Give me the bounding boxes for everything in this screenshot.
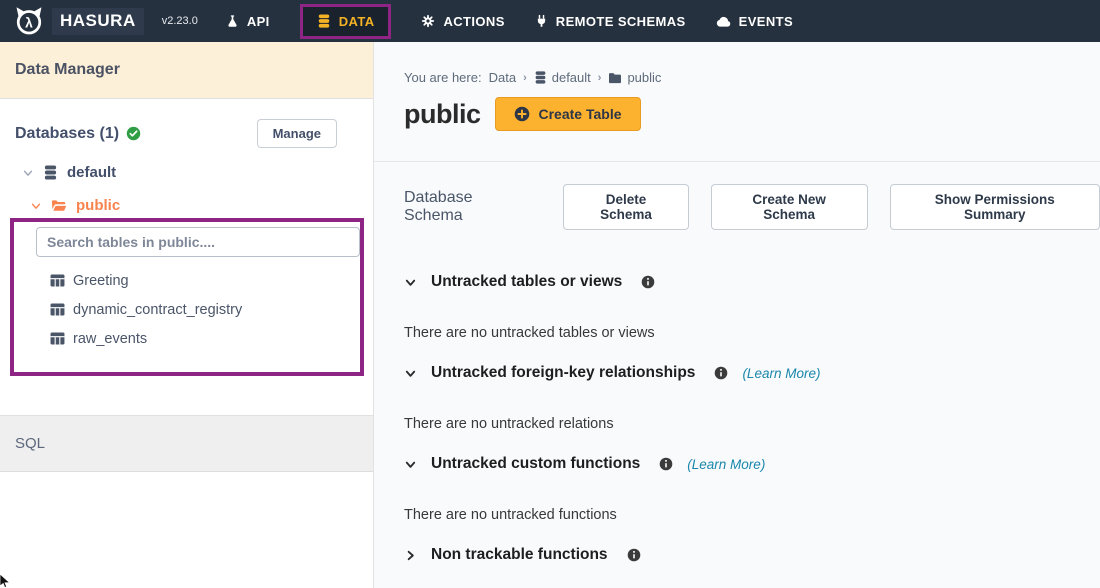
nav-tab-actions[interactable]: ACTIONS [421, 14, 504, 29]
create-table-button[interactable]: Create Table [495, 97, 641, 131]
nav-tab-actions-label: ACTIONS [443, 14, 504, 29]
nav-tab-data-label: DATA [339, 14, 375, 29]
untracked-functions-empty-text: There are no untracked functions [404, 507, 1100, 523]
sql-label: SQL [15, 435, 45, 452]
info-icon[interactable] [714, 366, 728, 380]
version-label: v2.23.0 [162, 15, 198, 27]
info-icon[interactable] [627, 548, 641, 562]
plug-icon [535, 14, 548, 28]
table-name-label: raw_events [73, 331, 147, 347]
nav-tab-remote-schemas-label: REMOTE SCHEMAS [556, 14, 686, 29]
create-new-schema-button[interactable]: Create New Schema [711, 184, 868, 230]
title-row: public Create Table [404, 97, 1100, 131]
table-icon [50, 332, 65, 345]
manage-button[interactable]: Manage [257, 119, 337, 148]
nav-tab-api-label: API [247, 14, 270, 29]
untracked-relations-empty-text: There are no untracked relations [404, 416, 1100, 432]
hasura-logo-icon: λ [14, 6, 44, 36]
database-schema-row: Database Schema Delete Schema Create New… [404, 184, 1100, 230]
breadcrumb-public-label: public [627, 70, 661, 85]
chevron-down-icon[interactable] [30, 200, 42, 212]
breadcrumb-data-label: Data [489, 70, 516, 85]
sidebar-item-schema-public[interactable]: public [30, 197, 373, 214]
learn-more-link[interactable]: (Learn More) [687, 457, 765, 472]
nav-tab-data[interactable]: DATA [317, 14, 375, 29]
info-icon[interactable] [659, 457, 673, 471]
table-icon [50, 303, 65, 316]
svg-text:λ: λ [25, 16, 33, 31]
open-folder-icon [51, 199, 67, 213]
nav-tab-events-label: EVENTS [739, 14, 793, 29]
databases-row: Databases (1) Manage [0, 99, 373, 148]
databases-count-label: Databases (1) [15, 125, 119, 143]
sidebar-item-sql[interactable]: SQL [0, 416, 373, 472]
flask-icon [226, 14, 239, 28]
gears-icon [421, 14, 435, 28]
hasura-wordmark: HASURA [52, 8, 144, 35]
chevron-right-icon: › [523, 72, 527, 84]
section-untracked-custom-functions[interactable]: Untracked custom functions (Learn More) [404, 455, 1100, 473]
database-default-label: default [67, 164, 116, 181]
learn-more-link[interactable]: (Learn More) [742, 366, 820, 381]
table-list: Greeting dynamic_contract_registry raw_e… [50, 266, 373, 353]
data-manager-header: Data Manager [0, 42, 373, 99]
section-title: Non trackable functions [431, 546, 608, 564]
chevron-down-icon [404, 367, 417, 380]
data-manager-title: Data Manager [15, 61, 120, 79]
plus-circle-icon [514, 106, 530, 122]
page-title: public [404, 99, 481, 130]
main-content: You are here: Data › default › public pu… [374, 42, 1100, 588]
chevron-down-icon [404, 458, 417, 471]
section-title: Untracked custom functions [431, 455, 640, 473]
schema-public-label: public [76, 197, 120, 214]
database-icon [534, 71, 547, 84]
untracked-tables-empty-text: There are no untracked tables or views [404, 325, 1100, 341]
delete-schema-button[interactable]: Delete Schema [563, 184, 688, 230]
cloud-icon [716, 15, 731, 28]
info-icon[interactable] [641, 275, 655, 289]
check-circle-icon [126, 126, 141, 141]
annotation-highlight-data-tab: DATA [300, 4, 392, 39]
table-name-label: dynamic_contract_registry [73, 302, 242, 318]
mouse-cursor [0, 574, 12, 588]
chevron-right-icon: › [598, 72, 602, 84]
section-non-trackable-functions[interactable]: Non trackable functions [404, 546, 1100, 564]
create-table-label: Create Table [539, 106, 622, 122]
database-icon [43, 165, 58, 180]
folder-icon [608, 72, 622, 84]
chevron-down-icon [404, 276, 417, 289]
hasura-logo[interactable]: λ HASURA [14, 6, 144, 36]
sidebar-item-table-dynamic-contract-registry[interactable]: dynamic_contract_registry [50, 295, 373, 324]
chevron-down-icon[interactable] [22, 167, 34, 179]
breadcrumb-item-public[interactable]: public [608, 70, 661, 85]
databases-label: Databases (1) [15, 125, 141, 143]
database-schema-label: Database Schema [404, 189, 529, 225]
nav-tab-events[interactable]: EVENTS [716, 14, 793, 29]
breadcrumb-prefix: You are here: [404, 70, 482, 85]
sidebar-item-database-default[interactable]: default [22, 164, 373, 181]
breadcrumb-default-label: default [552, 70, 591, 85]
database-icon [317, 14, 331, 28]
top-nav: λ HASURA v2.23.0 API DATA ACTIONS REMOTE… [0, 0, 1100, 42]
show-permissions-summary-button[interactable]: Show Permissions Summary [890, 184, 1100, 230]
table-icon [50, 274, 65, 287]
sidebar-item-table-raw-events[interactable]: raw_events [50, 324, 373, 353]
chevron-right-icon [404, 549, 417, 562]
nav-tab-remote-schemas[interactable]: REMOTE SCHEMAS [535, 14, 686, 29]
breadcrumb-item-default[interactable]: default [534, 70, 591, 85]
breadcrumb-item-data[interactable]: Data [489, 70, 516, 85]
section-title: Untracked foreign-key relationships [431, 364, 695, 382]
section-untracked-tables[interactable]: Untracked tables or views [404, 273, 1100, 291]
sidebar-item-table-greeting[interactable]: Greeting [50, 266, 373, 295]
section-title: Untracked tables or views [431, 273, 622, 291]
search-tables-input[interactable] [36, 227, 360, 257]
nav-tab-api[interactable]: API [226, 14, 270, 29]
breadcrumb: You are here: Data › default › public [404, 70, 1100, 85]
section-divider [374, 161, 1100, 162]
section-untracked-fk-relationships[interactable]: Untracked foreign-key relationships (Lea… [404, 364, 1100, 382]
table-name-label: Greeting [73, 273, 129, 289]
data-sidebar: Data Manager Databases (1) Manage defaul… [0, 42, 374, 588]
